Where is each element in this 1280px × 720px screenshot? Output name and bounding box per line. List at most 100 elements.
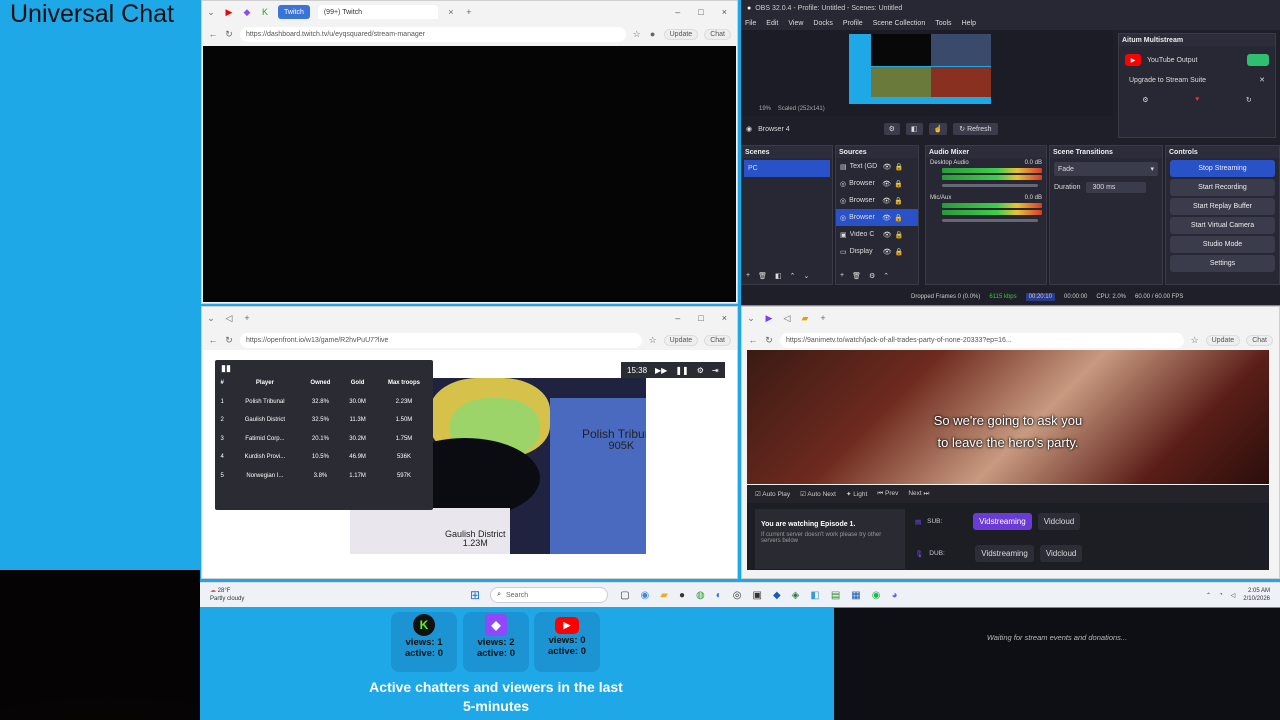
volume-slider[interactable] <box>942 184 1038 187</box>
new-tab-icon[interactable]: + <box>818 313 828 323</box>
edge-icon[interactable]: ◐ <box>716 590 722 601</box>
studio-mode-button[interactable]: Studio Mode <box>1170 236 1275 253</box>
spotify-icon[interactable]: ◉ <box>872 590 881 601</box>
remove-scene-icon[interactable]: 🗑 <box>758 272 767 280</box>
excel-icon[interactable]: ▤ <box>831 590 840 601</box>
settings-icon[interactable]: ⚙ <box>1142 96 1148 104</box>
app-icon[interactable]: ◧ <box>810 590 819 601</box>
clock[interactable]: 2:05 AM 2/10/2026 <box>1243 587 1270 603</box>
sub-server-vidstreaming[interactable]: Vidstreaming <box>973 513 1032 530</box>
tab-twitch-dashboard[interactable]: (99+) Twitch <box>317 5 438 19</box>
chat-button[interactable]: Chat <box>704 334 731 346</box>
tab-group-twitch[interactable]: Twitch <box>278 5 310 19</box>
upgrade-link[interactable]: Upgrade to Stream Suite <box>1129 77 1206 84</box>
dub-server-vidstreaming[interactable]: Vidstreaming <box>975 545 1034 562</box>
youtube-output-toggle[interactable] <box>1247 54 1269 66</box>
chat-button[interactable]: Chat <box>704 28 731 40</box>
profile-icon[interactable]: ● <box>648 29 658 39</box>
add-scene-icon[interactable]: + <box>746 272 750 280</box>
lock-icon[interactable]: 🔒 <box>895 248 904 256</box>
favorite-icon[interactable]: ☆ <box>648 335 658 346</box>
menu-profile[interactable]: Profile <box>843 20 863 27</box>
new-tab-icon[interactable]: + <box>242 313 252 323</box>
dub-server-vidcloud[interactable]: Vidcloud <box>1039 545 1083 562</box>
app-icon[interactable]: ▦ <box>851 590 860 601</box>
back-icon[interactable]: ← <box>748 335 758 345</box>
menu-docks[interactable]: Docks <box>813 20 832 27</box>
discord-icon[interactable]: ◕ <box>891 590 897 601</box>
address-bar[interactable]: https://dashboard.twitch.tv/u/eyqsquared… <box>240 26 626 42</box>
move-up-icon[interactable]: ⌃ <box>883 272 889 280</box>
menu-help[interactable]: Help <box>962 20 976 27</box>
start-virtual-camera-button[interactable]: Start Virtual Camera <box>1170 217 1275 234</box>
visibility-icon[interactable]: 👁 <box>882 214 891 222</box>
anime-video-player[interactable]: So we're going to ask you to leave the he… <box>747 350 1269 484</box>
start-icon[interactable]: ⊞ <box>470 588 480 602</box>
epic-icon[interactable]: ▣ <box>753 590 762 601</box>
move-up-icon[interactable]: ⌃ <box>790 272 796 280</box>
table-row[interactable]: 1 Polish Tribunal 32.8% 30.0M 2.23M <box>215 393 433 412</box>
visibility-icon[interactable]: 👁 <box>883 231 892 239</box>
address-bar[interactable]: https://9animetv.to/watch/jack-of-all-tr… <box>780 332 1184 348</box>
maximize-icon[interactable]: □ <box>698 7 703 17</box>
lock-icon[interactable]: 🔒 <box>895 163 904 171</box>
maximize-icon[interactable]: □ <box>698 313 703 323</box>
copilot-icon[interactable]: ◉ <box>641 590 650 601</box>
visibility-icon[interactable]: 👁 <box>883 163 892 171</box>
table-row[interactable]: 5 Norwegian I... 3.8% 1.17M 597K <box>215 467 433 486</box>
source-filters-icon[interactable]: ◧ <box>905 123 923 135</box>
lock-icon[interactable]: 🔒 <box>894 180 903 188</box>
visibility-icon[interactable]: 👁 <box>882 197 891 205</box>
audio-tab-icon[interactable]: ◁ <box>782 313 792 324</box>
menu-file[interactable]: File <box>745 20 756 27</box>
fast-forward-icon[interactable]: ▶▶ <box>655 366 667 375</box>
light-toggle[interactable]: ✦ Light <box>846 490 867 498</box>
file-explorer-icon[interactable]: ▰ <box>660 590 668 601</box>
source-item[interactable]: ◎ Browser 👁 🔒 <box>836 175 918 192</box>
reload-icon[interactable]: ↻ <box>224 335 234 346</box>
transition-select[interactable]: Fade ▾ <box>1054 162 1158 176</box>
steam-icon[interactable]: ◎ <box>733 590 742 601</box>
app-icon[interactable]: ◈ <box>792 590 800 601</box>
lock-icon[interactable]: 🔒 <box>895 231 904 239</box>
lock-icon[interactable]: 🔒 <box>894 197 903 205</box>
youtube-tab-icon[interactable]: ▶ <box>224 7 234 18</box>
source-item[interactable]: ◎ Browser 👁 🔒 <box>836 192 918 209</box>
add-source-icon[interactable]: + <box>840 272 844 280</box>
network-icon[interactable]: ◔ <box>1219 592 1223 598</box>
volume-slider[interactable] <box>942 219 1038 222</box>
xbox-icon[interactable]: ◍ <box>696 590 705 601</box>
new-tab-icon[interactable]: + <box>464 7 474 17</box>
minimize-icon[interactable]: – <box>675 313 680 323</box>
weather-widget[interactable]: ☁ 28°F Partly cloudy <box>200 587 290 603</box>
favorite-icon[interactable]: ☆ <box>1190 335 1200 346</box>
interact-icon[interactable]: ☝ <box>928 123 948 135</box>
stop-streaming-button[interactable]: Stop Streaming <box>1170 160 1275 177</box>
tab-actions-icon[interactable]: ⌄ <box>206 313 216 324</box>
kick-tab-icon[interactable]: K <box>260 7 270 17</box>
update-button[interactable]: Update <box>1205 334 1241 346</box>
close-icon[interactable]: × <box>722 313 727 323</box>
menu-view[interactable]: View <box>788 20 803 27</box>
visibility-icon[interactable]: 👁 <box>883 248 892 256</box>
next-button[interactable]: Next ⏭ <box>908 490 929 498</box>
menu-tools[interactable]: Tools <box>935 20 951 27</box>
defender-icon[interactable]: ◆ <box>773 590 781 601</box>
back-icon[interactable]: ← <box>208 335 218 345</box>
exit-icon[interactable]: ⇥ <box>712 366 719 375</box>
remove-source-icon[interactable]: 🗑 <box>852 272 861 280</box>
scene-filters-icon[interactable]: ◧ <box>775 272 782 280</box>
source-item[interactable]: ▤ Text (GD 👁 🔒 <box>836 158 918 175</box>
folder-tab-icon[interactable]: ▰ <box>800 313 810 324</box>
refresh-icon[interactable]: ↻ <box>1246 96 1252 104</box>
table-row[interactable]: 3 Fatimid Corp... 20.1% 30.2M 1.75M <box>215 430 433 449</box>
menu-edit[interactable]: Edit <box>766 20 778 27</box>
visibility-icon[interactable]: 👁 <box>882 180 891 188</box>
lock-icon[interactable]: 🔒 <box>894 214 903 222</box>
auto-play-toggle[interactable]: ☑ Auto Play <box>755 490 790 498</box>
table-row[interactable]: 4 Kurdish Provi... 10.5% 46.9M 536K <box>215 448 433 467</box>
leaderboard-icon[interactable]: ▮▮ <box>215 360 433 374</box>
obs-icon[interactable]: ● <box>679 590 685 601</box>
close-icon[interactable]: × <box>722 7 727 17</box>
menu-scene-collection[interactable]: Scene Collection <box>873 20 926 27</box>
